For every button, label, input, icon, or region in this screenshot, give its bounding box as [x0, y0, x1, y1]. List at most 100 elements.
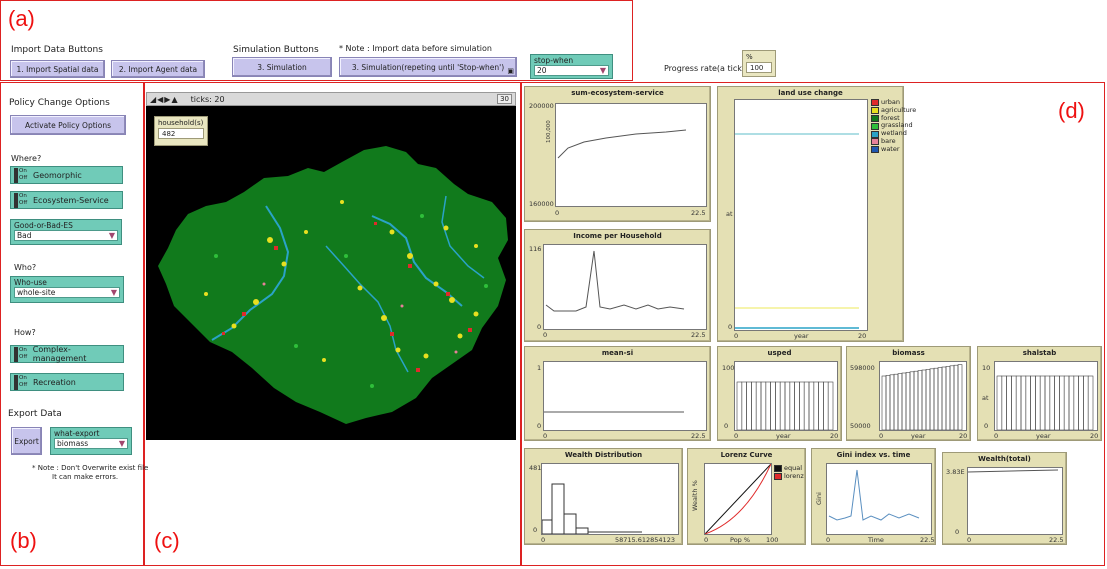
- plot-title: Income per Household: [573, 232, 662, 240]
- bar: [949, 365, 955, 431]
- y-axis-label: at: [982, 394, 989, 402]
- bar: [957, 364, 963, 431]
- simulation-repeat-button[interactable]: 3. Simulation(repeting until 'Stop-when'…: [339, 57, 517, 77]
- x-min-label: 0: [734, 432, 739, 440]
- x-axis-label: Pop %: [730, 536, 751, 544]
- x-min-label: 0: [967, 536, 972, 544]
- x-min-label: 0: [541, 536, 546, 544]
- bar: [953, 364, 959, 431]
- y-max-label: 100: [722, 364, 735, 372]
- ticks-counter: ticks: 20: [190, 94, 225, 104]
- import-agent-button[interactable]: 2. Import Agent data: [111, 60, 205, 78]
- ecosystem-service-switch[interactable]: On Off Ecosystem-Service: [10, 191, 123, 209]
- bar: [917, 370, 923, 431]
- x-axis-label: Time: [868, 536, 884, 544]
- ecosystem-service-label: Ecosystem-Service: [33, 195, 109, 205]
- bar: [945, 366, 951, 431]
- bar: [1087, 375, 1094, 431]
- dropdown-arrow-icon: ▼: [118, 439, 125, 448]
- y-max-label: 200000: [529, 102, 554, 110]
- view-nav-icons[interactable]: ◢◀▶▲: [150, 95, 179, 104]
- y-min-label: 50000: [850, 422, 871, 430]
- wealth-histogram: [541, 483, 642, 535]
- complex-management-label: Complex-management: [32, 345, 87, 363]
- bar: [765, 381, 771, 431]
- plot-area: [879, 361, 967, 431]
- bar: [929, 368, 935, 431]
- y-mid-label: 100,000: [546, 120, 552, 143]
- y-min-label: 0: [537, 422, 542, 430]
- plot-title: Wealth Distribution: [564, 451, 643, 459]
- plot-area: [826, 463, 932, 535]
- bar: [1073, 375, 1079, 431]
- progress-value: 100: [746, 62, 772, 73]
- x-max-label: 20: [1090, 432, 1099, 440]
- x-min-label: 0: [543, 331, 548, 339]
- complex-management-switch[interactable]: On Off Complex-management: [10, 345, 124, 363]
- mean-si-line: [544, 411, 684, 413]
- region-label-a: (a): [8, 6, 35, 31]
- bar: [881, 375, 887, 431]
- plot-ecosystem-service: sum-ecosystem-service 200000 100,000 160…: [524, 86, 711, 222]
- bar: [937, 367, 943, 431]
- who-use-chooser[interactable]: Who-use whole-site ▼: [10, 276, 124, 303]
- usped-bars: [736, 381, 834, 431]
- what-export-chooser[interactable]: what-export biomass ▼: [50, 427, 132, 455]
- wealth-total-line: [967, 469, 1059, 473]
- plot-area: [555, 103, 707, 207]
- progress-monitor: % 100: [742, 50, 776, 77]
- region-label-d: (d): [1058, 98, 1085, 123]
- bar: [905, 372, 911, 431]
- view-speed[interactable]: 30: [497, 94, 512, 104]
- bar: [1068, 375, 1075, 431]
- toggle-icon: On Off: [14, 346, 29, 362]
- plot-area: [543, 244, 707, 330]
- world-view[interactable]: household(s) 482: [146, 106, 516, 440]
- y-min-label: 0: [533, 526, 538, 534]
- bar: [775, 381, 781, 431]
- plot-area: [967, 467, 1063, 535]
- x-min-label: 0: [555, 209, 560, 217]
- simulation-button[interactable]: 3. Simulation: [232, 57, 332, 77]
- simulation-repeat-label: 3. Simulation(repeting until 'Stop-when'…: [351, 62, 505, 72]
- region-label-c: (c): [154, 528, 180, 553]
- bar: [813, 381, 819, 431]
- plot-title: usped: [767, 349, 792, 357]
- land-use-legend: urban agriculture forest grassland wetland ba…: [871, 98, 916, 154]
- y-min-label: 0: [984, 422, 989, 430]
- export-note-line1: * Note : Don't Overwrite exist file: [32, 464, 149, 472]
- x-min-label: 0: [704, 536, 709, 544]
- bar: [1063, 375, 1070, 431]
- biomass-bars: [881, 364, 963, 431]
- recreation-switch[interactable]: On Off Recreation: [10, 373, 124, 391]
- plot-income-per-household: Income per Household 116 0 0 22.5: [524, 229, 711, 342]
- bar: [1011, 375, 1017, 431]
- lorenz-legend: equal lorenz: [774, 464, 804, 481]
- x-min-label: 0: [543, 432, 548, 440]
- bar: [794, 381, 800, 431]
- stop-when-chooser[interactable]: stop-when 20 ▼: [530, 54, 613, 79]
- geomorphic-switch[interactable]: On Off Geomorphic: [10, 166, 123, 184]
- plot-title: biomass: [892, 349, 925, 357]
- activate-policy-button[interactable]: Activate Policy Options: [10, 115, 126, 135]
- plot-area: [734, 99, 868, 331]
- export-button[interactable]: Export: [11, 427, 42, 455]
- plot-mean-si: mean-si 1 0 0 22.5: [524, 346, 711, 441]
- y-max-label: 1: [537, 364, 542, 372]
- bar: [1035, 375, 1041, 431]
- import-spatial-button[interactable]: 1. Import Spatial data: [10, 60, 105, 78]
- bar: [741, 381, 747, 431]
- y-max-label: 481: [529, 464, 542, 472]
- y-axis-label: at: [726, 210, 733, 218]
- bar: [889, 374, 895, 431]
- bar: [736, 381, 743, 431]
- x-max-label: 100: [766, 536, 779, 544]
- export-section-title: Export Data: [8, 409, 62, 419]
- view-toolbar: ◢◀▶▲ ticks: 20 30: [146, 92, 516, 106]
- bar: [760, 381, 767, 431]
- x-axis-label: year: [794, 332, 809, 340]
- bar: [779, 381, 786, 431]
- good-or-bad-chooser[interactable]: Good-or-Bad-ES Bad ▼: [10, 219, 122, 245]
- bar: [897, 373, 903, 431]
- legend-swatch: [871, 138, 879, 146]
